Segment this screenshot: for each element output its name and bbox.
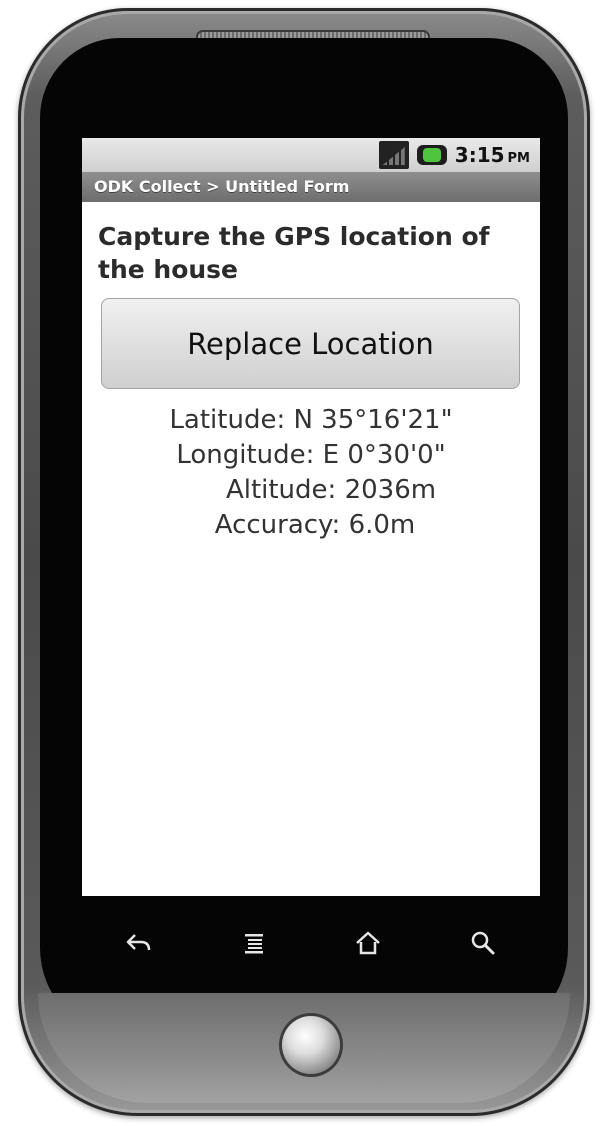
location-info: Latitude: N 35°16'21" Longitude: E 0°30'… — [82, 403, 540, 543]
clock-ampm: PM — [507, 151, 530, 166]
latitude-text: Latitude: N 35°16'21" — [169, 405, 453, 435]
hardware-nav-bar — [82, 908, 540, 978]
app-title-bar: ODK Collect > Untitled Form — [82, 172, 540, 202]
status-bar: 3:15 PM — [82, 138, 540, 172]
question-label: Capture the GPS location of the house — [98, 222, 490, 284]
signal-off-icon — [378, 141, 409, 169]
menu-icon[interactable] — [224, 913, 284, 973]
replace-location-button[interactable]: Replace Location — [101, 298, 520, 389]
trackball[interactable] — [282, 1016, 340, 1074]
clock-time: 3:15 — [454, 143, 505, 167]
longitude-text: Longitude: E 0°30'0" — [176, 440, 446, 470]
back-icon[interactable] — [109, 913, 169, 973]
home-icon[interactable] — [338, 913, 398, 973]
altitude-text: Altitude: 2036m — [225, 475, 437, 505]
battery-charging-icon — [416, 145, 447, 165]
screen: 3:15 PM ODK Collect > Untitled Form Captu… — [82, 138, 540, 896]
search-icon[interactable] — [453, 913, 513, 973]
status-clock: 3:15 PM — [455, 143, 530, 167]
accuracy-text: Accuracy: 6.0m — [214, 510, 416, 540]
